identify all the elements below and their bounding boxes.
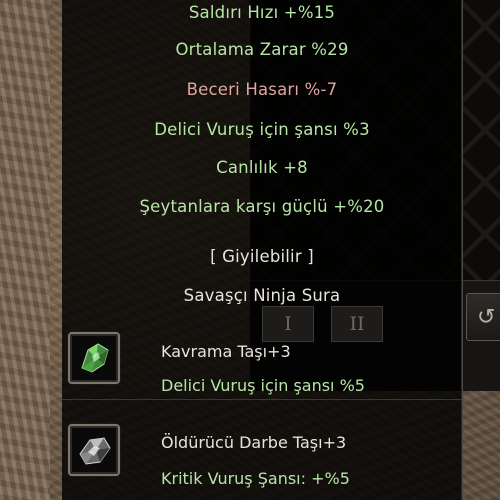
bonus-attack-speed: Saldırı Hızı +%15: [188, 3, 336, 22]
stone-1-bonus: Delici Vuruş için şansı %5: [161, 376, 365, 395]
bonus-piercing-chance: Delici Vuruş için şansı %3: [154, 120, 370, 139]
job-button-2[interactable]: II: [331, 306, 383, 342]
stone-2-bonus: Kritik Vuruş Şansı: +%5: [161, 469, 350, 488]
separator: [62, 399, 462, 400]
silver-gem-icon: [68, 424, 120, 476]
refresh-icon[interactable]: ↺: [466, 293, 500, 341]
stone-wall-background: [0, 0, 50, 500]
stone-2-name: Öldürücü Darbe Taşı+3: [161, 433, 347, 452]
bonus-skill-damage: Beceri Hasarı %-7: [186, 80, 338, 99]
wearable-label: [ Giyilebilir ]: [210, 247, 314, 266]
green-gem-icon: [68, 332, 120, 384]
bonus-average-damage: Ortalama Zarar %29: [175, 40, 349, 59]
bonus-vs-devils: Şeytanlara karşı güçlü +%20: [139, 197, 385, 216]
class-restriction-label: Savaşçı Ninja Sura: [183, 286, 341, 305]
stone-1-name: Kavrama Taşı+3: [161, 342, 291, 361]
bonus-vitality: Canlılık +8: [216, 158, 308, 177]
job-button-1[interactable]: I: [262, 306, 314, 342]
